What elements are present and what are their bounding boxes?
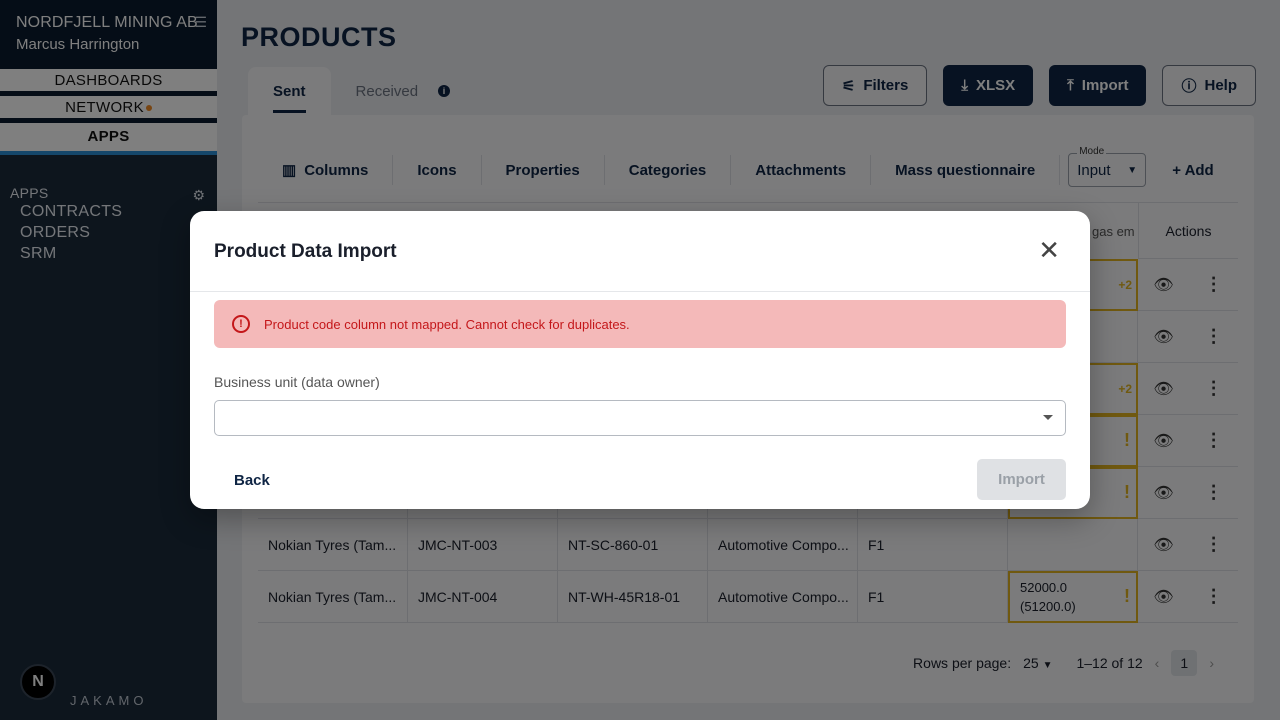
caret-down-icon (1043, 415, 1053, 420)
error-alert: ! Product code column not mapped. Cannot… (214, 300, 1066, 348)
back-button[interactable]: Back (234, 472, 270, 489)
error-icon: ! (232, 315, 250, 333)
alert-message: Product code column not mapped. Cannot c… (264, 316, 630, 332)
import-dialog: Product Data Import ✕ ! Product code col… (190, 211, 1090, 509)
business-unit-select[interactable] (214, 400, 1066, 436)
divider (190, 291, 1090, 292)
close-icon[interactable]: ✕ (1038, 237, 1060, 263)
import-button[interactable]: Import (977, 459, 1066, 500)
business-unit-label: Business unit (data owner) (214, 374, 380, 390)
dialog-title: Product Data Import (214, 241, 397, 262)
